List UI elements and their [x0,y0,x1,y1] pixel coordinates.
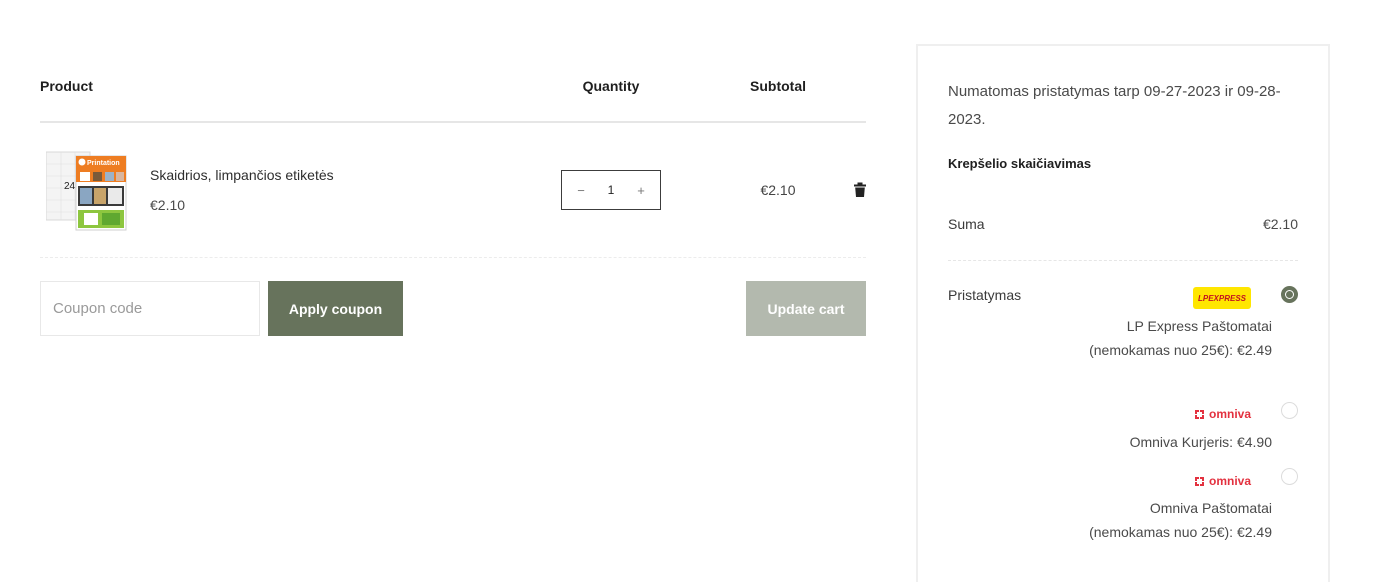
quantity-column-header: Quantity [582,78,640,94]
shipping-option-lp-express[interactable]: LP Express Paštomatai (nemokamas nuo 25€… [1080,314,1272,362]
shipping-radio-omniva-courier[interactable] [1281,402,1298,419]
svg-text:24: 24 [64,181,76,192]
subtotal-label: Suma [948,216,985,232]
product-price: €2.10 [150,197,186,213]
omniva-mark-icon [1195,476,1204,486]
product-name-link[interactable]: Skaidrios, limpančios etiketės [150,167,334,183]
totals-divider [948,260,1298,261]
quantity-value[interactable]: 1 [608,183,615,197]
lp-express-logo: LPEXPRESS [1193,287,1251,309]
omniva-logo: omniva [1193,473,1253,489]
shipping-radio-omniva-terminal[interactable] [1281,468,1298,485]
shipping-label: Pristatymas [948,287,1022,303]
apply-coupon-button[interactable]: Apply coupon [268,281,403,336]
plus-icon[interactable]: + [634,183,648,198]
shipping-option-omniva-courier[interactable]: Omniva Kurjeris: €4.90 [1080,430,1272,454]
subtotal-value: €2.10 [1262,216,1298,232]
estimated-delivery-note: Numatomas pristatymas tarp 09-27-2023 ir… [948,83,1281,128]
header-divider [40,121,866,123]
svg-text:Printation: Printation [87,160,120,167]
shipping-option-omniva-terminal[interactable]: Omniva Paštomatai (nemokamas nuo 25€): €… [1080,496,1272,544]
coupon-code-input[interactable] [40,281,260,336]
product-column-header: Product [40,78,93,94]
update-cart-button[interactable]: Update cart [746,281,866,336]
omniva-logo: omniva [1193,406,1253,422]
omniva-mark-icon [1195,409,1204,419]
quantity-stepper: − 1 + [561,170,661,210]
shipping-radio-lp-express[interactable] [1281,286,1298,303]
subtotal-column-header: Subtotal [750,78,806,94]
row-divider [40,257,866,258]
line-subtotal: €2.10 [760,182,796,198]
cart-totals-title: Krepšelio skaičiavimas [948,156,1092,171]
product-thumbnail[interactable]: 24 Printation [46,150,128,232]
minus-icon[interactable]: − [574,183,588,198]
trash-icon[interactable] [853,182,867,198]
